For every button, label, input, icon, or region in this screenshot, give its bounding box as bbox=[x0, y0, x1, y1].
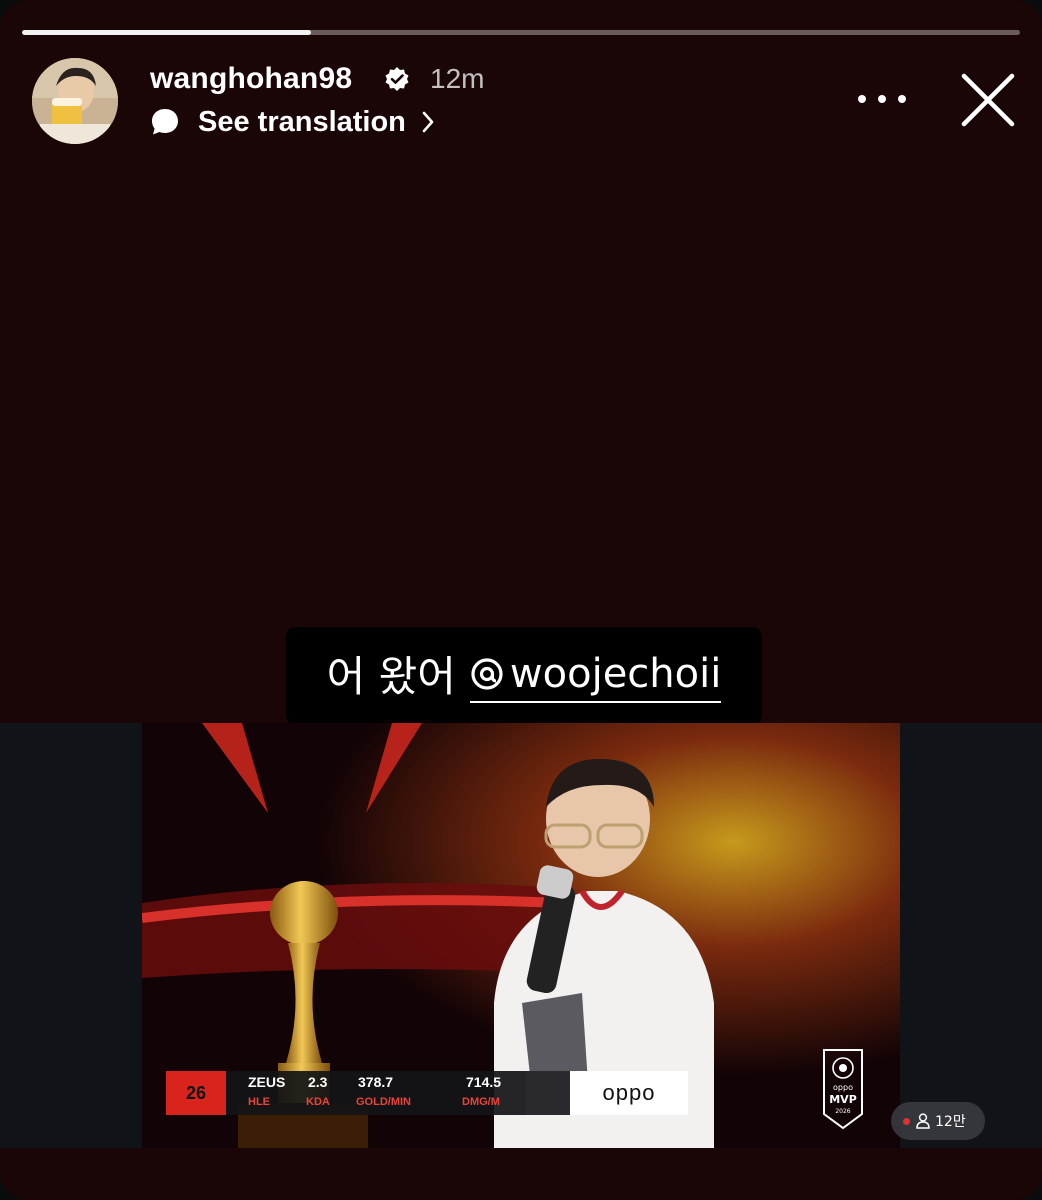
stat-value: 378.7 bbox=[358, 1074, 394, 1090]
viewer-count: 12만 bbox=[935, 1114, 966, 1130]
player-stats: ZEUS HLE 2.3 KDA 378.7 GOLD/MIN 714.5 DM… bbox=[226, 1071, 526, 1115]
timestamp: 12m bbox=[430, 63, 485, 94]
stat-value: 714.5 bbox=[466, 1074, 502, 1090]
see-translation-button[interactable]: See translation bbox=[150, 104, 438, 140]
chevron-right-icon bbox=[422, 111, 434, 133]
more-dot bbox=[858, 95, 866, 103]
sponsor-name: oppo bbox=[602, 1080, 656, 1105]
team-name: HLE bbox=[248, 1096, 270, 1108]
avatar[interactable] bbox=[32, 58, 118, 144]
live-viewer-count: 12만 bbox=[891, 1102, 985, 1140]
close-icon[interactable] bbox=[958, 70, 1018, 130]
speech-bubble-icon bbox=[152, 109, 178, 135]
story-progress-fill bbox=[22, 30, 312, 35]
more-dot bbox=[898, 95, 906, 103]
story-viewer[interactable]: wanghohan98 12m See translation 어 왔어 woo… bbox=[0, 0, 1042, 1200]
caption-sticker[interactable]: 어 왔어 woojechoii bbox=[286, 627, 762, 725]
stat-label: KDA bbox=[306, 1096, 330, 1108]
stat-label: GOLD/MIN bbox=[356, 1096, 411, 1108]
verified-badge-icon bbox=[385, 67, 409, 91]
mvp-title: MVP bbox=[829, 1093, 857, 1106]
event-logo: 26 bbox=[166, 1071, 226, 1115]
mvp-badge-icon: oppo MVP 2026 bbox=[823, 1049, 863, 1130]
mvp-brand: oppo bbox=[833, 1083, 853, 1092]
broadcast-scorebug: 26 ZEUS HLE 2.3 KDA 378.7 GOLD/MIN 714.5… bbox=[166, 1071, 688, 1115]
mention-handle: woojechoii bbox=[509, 651, 722, 697]
see-translation-label: See translation bbox=[198, 106, 406, 138]
more-dot bbox=[878, 95, 886, 103]
person-icon bbox=[916, 1113, 930, 1129]
story-progress-bar bbox=[22, 30, 1020, 35]
mvp-year: 2026 bbox=[835, 1108, 850, 1115]
stat-value: 2.3 bbox=[308, 1074, 328, 1090]
player-name: ZEUS bbox=[248, 1074, 286, 1090]
sponsor-logo: oppo bbox=[570, 1071, 688, 1115]
caption-text: 어 왔어 bbox=[326, 652, 456, 701]
live-dot bbox=[903, 1117, 910, 1125]
player-photo bbox=[526, 1071, 570, 1115]
mention-tag[interactable]: woojechoii bbox=[469, 649, 722, 703]
threads-icon bbox=[471, 658, 503, 690]
username[interactable]: wanghohan98 bbox=[150, 60, 352, 98]
stat-label: DMG/M bbox=[462, 1096, 500, 1108]
more-options-icon[interactable] bbox=[858, 82, 906, 116]
